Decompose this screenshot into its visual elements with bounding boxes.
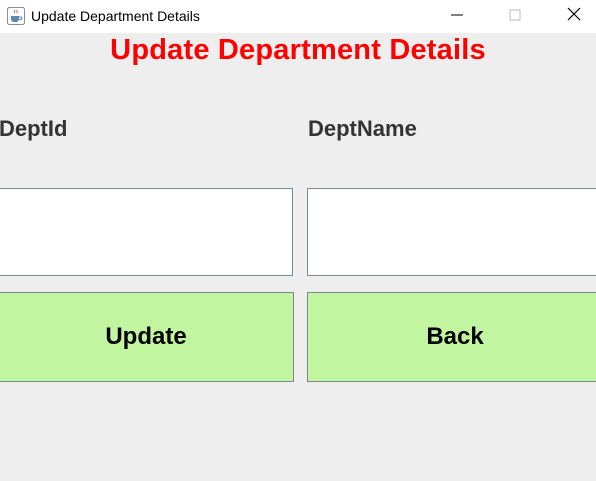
window-title: Update Department Details <box>31 8 200 24</box>
title-bar[interactable]: Update Department Details <box>0 0 596 33</box>
dept-id-input[interactable] <box>0 188 293 276</box>
java-cup-icon <box>7 7 25 25</box>
app-window: Update Department Details Update Departm… <box>0 0 596 481</box>
dept-name-label: DeptName <box>308 116 417 141</box>
back-button[interactable]: Back <box>307 292 596 382</box>
close-icon <box>567 7 581 26</box>
update-button[interactable]: Update <box>0 292 294 382</box>
dept-id-label: DeptId <box>0 116 68 141</box>
minimize-icon <box>451 8 463 26</box>
maximize-button[interactable] <box>486 0 544 33</box>
close-button[interactable] <box>545 0 596 33</box>
dept-name-input[interactable] <box>307 188 596 276</box>
page-title: Update Department Details <box>110 34 486 66</box>
minimize-button[interactable] <box>428 0 486 33</box>
maximize-icon <box>509 8 521 26</box>
